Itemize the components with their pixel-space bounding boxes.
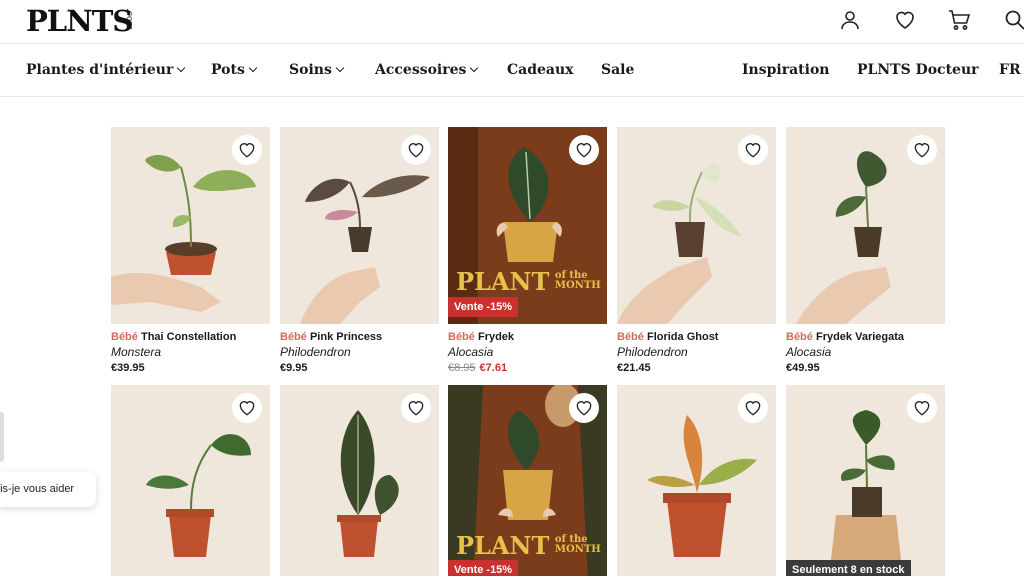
user-icon[interactable] xyxy=(838,8,862,32)
promo-title: PLANT xyxy=(456,267,550,296)
heart-icon xyxy=(576,143,592,158)
size-tag: Bébé xyxy=(786,331,813,343)
product-price: €49.95 xyxy=(786,362,820,374)
heart-icon xyxy=(576,401,592,416)
nav-docteur[interactable]: PLNTS Docteur xyxy=(857,62,979,78)
promo-subtitle-2: MONTH xyxy=(554,280,601,291)
product-image[interactable] xyxy=(111,385,270,576)
wishlist-button[interactable] xyxy=(232,135,262,165)
product-name[interactable]: Thai Constellation xyxy=(141,331,236,343)
product-genus: Alocasia xyxy=(786,345,832,359)
wishlist-button[interactable] xyxy=(232,393,262,423)
wishlist-button[interactable] xyxy=(738,393,768,423)
product-image[interactable] xyxy=(786,127,945,324)
nav-plantes[interactable]: Plantes d'intérieur xyxy=(26,62,186,78)
size-tag: Bébé xyxy=(280,331,307,343)
nav-soins[interactable]: Soins xyxy=(289,62,345,78)
heart-icon xyxy=(745,401,761,416)
product-image[interactable]: PLANT of the MONTH Vente -15% xyxy=(448,385,607,576)
chevron-down-icon xyxy=(470,63,479,73)
promo-label: PLANT of the MONTH xyxy=(456,531,601,560)
product-image[interactable]: PLANT of the MONTH Vente -15% xyxy=(448,127,607,324)
nav-soins-label: Soins xyxy=(289,62,332,78)
product-price: €9.95 xyxy=(280,362,308,374)
heart-icon xyxy=(745,143,761,158)
nav-cadeaux[interactable]: Cadeaux xyxy=(507,62,574,78)
promo-subtitle: of the MONTH xyxy=(555,271,601,291)
product-image[interactable] xyxy=(617,127,776,324)
nav-language[interactable]: FR xyxy=(999,62,1024,78)
main-nav: Plantes d'intérieur Pots Soins Accessoir… xyxy=(0,45,1024,97)
product-image[interactable]: Seulement 8 en stock xyxy=(786,385,945,576)
sale-price: €7.61 xyxy=(479,362,508,374)
chevron-down-icon xyxy=(248,63,258,73)
heart-icon[interactable] xyxy=(893,8,917,32)
nav-pots-label: Pots xyxy=(211,62,245,78)
search-icon[interactable] xyxy=(1003,8,1024,32)
product-price: €21.45 xyxy=(617,362,651,374)
heart-icon xyxy=(914,401,930,416)
size-tag: Bébé xyxy=(617,331,644,343)
product-image[interactable] xyxy=(617,385,776,576)
product-name[interactable]: Pink Princess xyxy=(310,331,382,343)
product-genus: Alocasia xyxy=(448,345,494,359)
nav-plantes-label: Plantes d'intérieur xyxy=(26,62,174,78)
chat-widget[interactable]: uis-je vous aider xyxy=(0,472,96,507)
wishlist-button[interactable] xyxy=(738,135,768,165)
product-info: Bébé Thai Constellation Monstera €39.95 xyxy=(111,331,281,374)
size-tag: Bébé xyxy=(111,331,138,343)
stock-badge: Seulement 8 en stock xyxy=(786,560,911,576)
wishlist-button[interactable] xyxy=(401,135,431,165)
cart-icon[interactable] xyxy=(947,8,971,32)
top-header: PLNTS .com xyxy=(0,0,1024,44)
product-image[interactable] xyxy=(280,127,439,324)
heart-icon xyxy=(239,143,255,158)
logo-domain: .com xyxy=(124,8,134,30)
product-genus: Philodendron xyxy=(280,345,351,359)
heart-icon xyxy=(239,401,255,416)
wishlist-button[interactable] xyxy=(907,393,937,423)
chevron-down-icon xyxy=(335,63,345,73)
side-tab[interactable] xyxy=(0,412,4,462)
old-price: €8.95 xyxy=(448,362,476,374)
promo-subtitle: of the MONTH xyxy=(555,535,601,555)
product-genus: Philodendron xyxy=(617,345,688,359)
promo-subtitle-2: MONTH xyxy=(554,544,601,555)
sale-badge: Vente -15% xyxy=(448,560,519,576)
nav-pots[interactable]: Pots xyxy=(211,62,258,78)
product-info: Bébé Frydek Variegata Alocasia €49.95 xyxy=(786,331,956,374)
product-name[interactable]: Frydek xyxy=(478,331,514,343)
wishlist-button[interactable] xyxy=(569,393,599,423)
heart-icon xyxy=(408,143,424,158)
product-genus: Monstera xyxy=(111,345,162,359)
heart-icon xyxy=(914,143,930,158)
logo[interactable]: PLNTS xyxy=(26,4,133,38)
product-info: Bébé Frydek Alocasia €8.95 €7.61 xyxy=(448,331,618,374)
nav-inspiration[interactable]: Inspiration xyxy=(742,62,829,78)
size-tag: Bébé xyxy=(448,331,475,343)
product-info: Bébé Florida Ghost Philodendron €21.45 xyxy=(617,331,787,374)
promo-label: PLANT of the MONTH xyxy=(456,267,601,296)
nav-accessoires-label: Accessoires xyxy=(375,62,467,78)
wishlist-button[interactable] xyxy=(907,135,937,165)
product-price: €39.95 xyxy=(111,362,145,374)
sale-badge: Vente -15% xyxy=(448,297,519,317)
chat-label: uis-je vous aider xyxy=(0,483,75,495)
wishlist-button[interactable] xyxy=(569,135,599,165)
nav-accessoires[interactable]: Accessoires xyxy=(375,62,479,78)
product-name[interactable]: Frydek Variegata xyxy=(816,331,904,343)
nav-sale[interactable]: Sale xyxy=(601,62,634,78)
promo-title: PLANT xyxy=(456,531,550,560)
heart-icon xyxy=(408,401,424,416)
language-label: FR xyxy=(999,62,1021,78)
product-image[interactable] xyxy=(280,385,439,576)
chevron-down-icon xyxy=(177,63,186,73)
product-image[interactable] xyxy=(111,127,270,324)
product-name[interactable]: Florida Ghost xyxy=(647,331,719,343)
product-info: Bébé Pink Princess Philodendron €9.95 xyxy=(280,331,450,374)
wishlist-button[interactable] xyxy=(401,393,431,423)
